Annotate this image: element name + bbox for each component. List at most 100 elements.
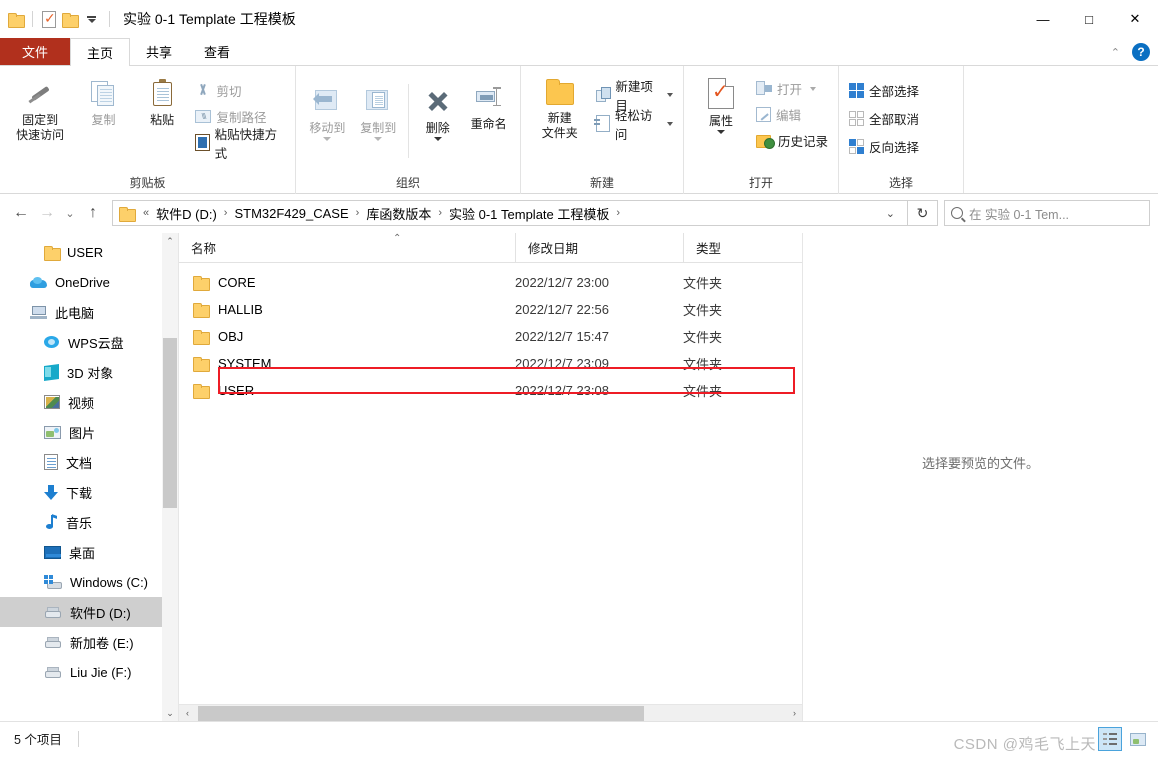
chevron-down-icon[interactable] xyxy=(374,137,383,141)
sidebar-item-documents[interactable]: 文档 xyxy=(0,447,178,477)
paste-shortcut-button[interactable]: 粘贴快捷方式 xyxy=(191,128,289,161)
breadcrumb-item-1[interactable]: STM32F429_CASE xyxy=(232,206,350,221)
copy-to-button[interactable]: 复制到 xyxy=(353,80,404,141)
breadcrumb-dropdown-icon[interactable]: ⌄ xyxy=(878,207,903,220)
scroll-right-button[interactable]: › xyxy=(786,708,803,718)
details-view-icon xyxy=(1103,733,1117,745)
sidebar-item-onedrive[interactable]: OneDrive xyxy=(0,267,178,297)
chevron-right-icon[interactable]: › xyxy=(353,207,363,219)
sidebar-item-user[interactable]: USER xyxy=(0,237,178,267)
group-label-open: 打开 xyxy=(748,176,773,190)
sidebar-item-music[interactable]: 音乐 xyxy=(0,507,178,537)
breadcrumb-item-2[interactable]: 库函数版本 xyxy=(364,204,433,223)
table-row[interactable]: HALLIB 2022/12/7 22:56 文件夹 xyxy=(179,296,802,323)
new-folder-button[interactable]: 新建 文件夹 xyxy=(527,72,592,141)
sidebar-item-videos[interactable]: 视频 xyxy=(0,387,178,417)
file-date: 2022/12/7 22:56 xyxy=(515,302,609,317)
forward-button[interactable]: → xyxy=(34,200,60,226)
properties-icon[interactable] xyxy=(42,10,56,28)
folder-icon[interactable] xyxy=(8,12,25,28)
table-row[interactable]: USER 2022/12/7 23:08 文件夹 xyxy=(179,377,802,404)
search-input[interactable]: 在 实验 0-1 Tem... xyxy=(944,200,1150,226)
table-row-highlighted[interactable]: SYSTEM 2022/12/7 23:09 文件夹 xyxy=(179,350,802,377)
rename-button[interactable]: 重命名 xyxy=(463,80,514,132)
easy-access-button[interactable]: 轻松访问 xyxy=(592,109,677,142)
invert-selection-icon xyxy=(849,139,864,154)
tab-view[interactable]: 查看 xyxy=(188,38,246,65)
maximize-button[interactable]: □ xyxy=(1066,0,1112,38)
up-button[interactable]: ↑ xyxy=(80,200,106,226)
invert-selection-label: 反向选择 xyxy=(869,141,920,155)
breadcrumb[interactable]: « 软件D (D:) › STM32F429_CASE › 库函数版本 › 实验… xyxy=(112,200,908,226)
history-button[interactable]: 历史记录 xyxy=(752,130,832,151)
column-header-type[interactable]: 类型 xyxy=(683,232,793,263)
scrollbar-thumb[interactable] xyxy=(163,338,177,508)
chevron-down-icon[interactable] xyxy=(667,92,673,97)
refresh-button[interactable]: ↻ xyxy=(908,200,938,226)
chevron-right-icon[interactable]: › xyxy=(435,207,445,219)
scrollbar-track[interactable] xyxy=(196,705,786,722)
table-row[interactable]: OBJ 2022/12/7 15:47 文件夹 xyxy=(179,323,802,350)
select-none-button[interactable]: 全部取消 xyxy=(845,108,923,129)
chevron-down-icon[interactable] xyxy=(433,137,442,141)
horizontal-scrollbar[interactable]: ‹ › xyxy=(179,704,803,721)
cut-button[interactable]: 剪切 xyxy=(191,80,289,101)
close-button[interactable]: ✕ xyxy=(1112,0,1158,38)
folder-icon[interactable] xyxy=(62,12,79,28)
column-header-name[interactable]: 名称 ⌃ xyxy=(179,233,515,263)
table-row[interactable]: CORE 2022/12/7 23:00 文件夹 xyxy=(179,269,802,296)
collapse-ribbon-icon[interactable]: ⌃ xyxy=(1111,46,1120,59)
chevron-down-icon[interactable] xyxy=(810,86,817,91)
group-label-select: 选择 xyxy=(888,176,913,190)
preview-message: 选择要预览的文件。 xyxy=(921,455,1039,471)
breadcrumb-item-current[interactable]: 实验 0-1 Template 工程模板 xyxy=(447,204,611,223)
sidebar-item-this-pc[interactable]: 此电脑 xyxy=(0,297,178,327)
sidebar-item-wps-cloud[interactable]: WPS云盘 xyxy=(0,327,178,357)
invert-selection-button[interactable]: 反向选择 xyxy=(845,136,923,157)
column-header-date[interactable]: 修改日期 xyxy=(515,232,683,263)
sidebar-item-windows-c[interactable]: Windows (C:) xyxy=(0,567,178,597)
copy-button[interactable]: 复制 xyxy=(74,72,133,128)
chevron-down-icon[interactable] xyxy=(667,121,673,126)
tab-home[interactable]: 主页 xyxy=(70,38,131,66)
sidebar-item-software-d[interactable]: 软件D (D:) xyxy=(0,597,178,627)
chevron-right-icon[interactable]: › xyxy=(221,207,231,219)
sidebar-item-pictures[interactable]: 图片 xyxy=(0,417,178,447)
large-icons-view-button[interactable] xyxy=(1126,727,1150,751)
properties-label: 属性 xyxy=(708,114,733,128)
help-icon[interactable]: ? xyxy=(1132,43,1150,61)
new-item-button[interactable]: 新建项目 xyxy=(592,80,677,113)
minimize-button[interactable]: — xyxy=(1020,0,1066,38)
edit-button[interactable]: 编辑 xyxy=(752,104,832,125)
folder-icon xyxy=(119,206,136,222)
scroll-down-button[interactable]: ⌄ xyxy=(162,705,178,721)
sidebar-item-desktop[interactable]: 桌面 xyxy=(0,537,178,567)
paste-button[interactable]: 粘贴 xyxy=(133,72,192,128)
back-button[interactable]: ← xyxy=(8,200,34,226)
breadcrumb-item-drive[interactable]: 软件D (D:) xyxy=(154,204,219,223)
sidebar-item-downloads[interactable]: 下载 xyxy=(0,477,178,507)
delete-button[interactable]: 删除 xyxy=(412,80,463,141)
open-button[interactable]: 打开 xyxy=(752,78,832,99)
chevron-down-icon[interactable] xyxy=(717,130,725,134)
tab-share[interactable]: 共享 xyxy=(130,38,188,65)
chevron-down-icon[interactable] xyxy=(323,137,332,141)
sidebar-item-new-volume-e[interactable]: 新加卷 (E:) xyxy=(0,627,178,657)
desktop-icon xyxy=(44,545,61,559)
scroll-left-button[interactable]: ‹ xyxy=(179,708,196,718)
tab-file[interactable]: 文件 xyxy=(0,38,70,65)
recent-locations-button[interactable]: ⌄ xyxy=(60,200,80,226)
move-to-button[interactable]: 移动到 xyxy=(302,80,353,141)
pin-to-quick-access-button[interactable]: 固定到 快速访问 xyxy=(6,72,74,143)
properties-button[interactable]: 属性 xyxy=(690,72,752,134)
select-all-button[interactable]: 全部选择 xyxy=(845,80,923,101)
details-view-button[interactable] xyxy=(1098,727,1122,751)
scrollbar-thumb[interactable] xyxy=(198,705,644,721)
scroll-up-button[interactable]: ⌃ xyxy=(162,233,178,250)
sidebar-item-liu-jie-f[interactable]: Liu Jie (F:) xyxy=(0,657,178,687)
open-icon xyxy=(756,81,772,96)
sidebar-item-3d-objects[interactable]: 3D 对象 xyxy=(0,357,178,387)
navigation-scrollbar[interactable]: ⌃ ⌄ xyxy=(162,233,178,721)
dropdown-icon[interactable] xyxy=(83,15,100,23)
chevron-right-icon[interactable]: › xyxy=(613,207,623,219)
